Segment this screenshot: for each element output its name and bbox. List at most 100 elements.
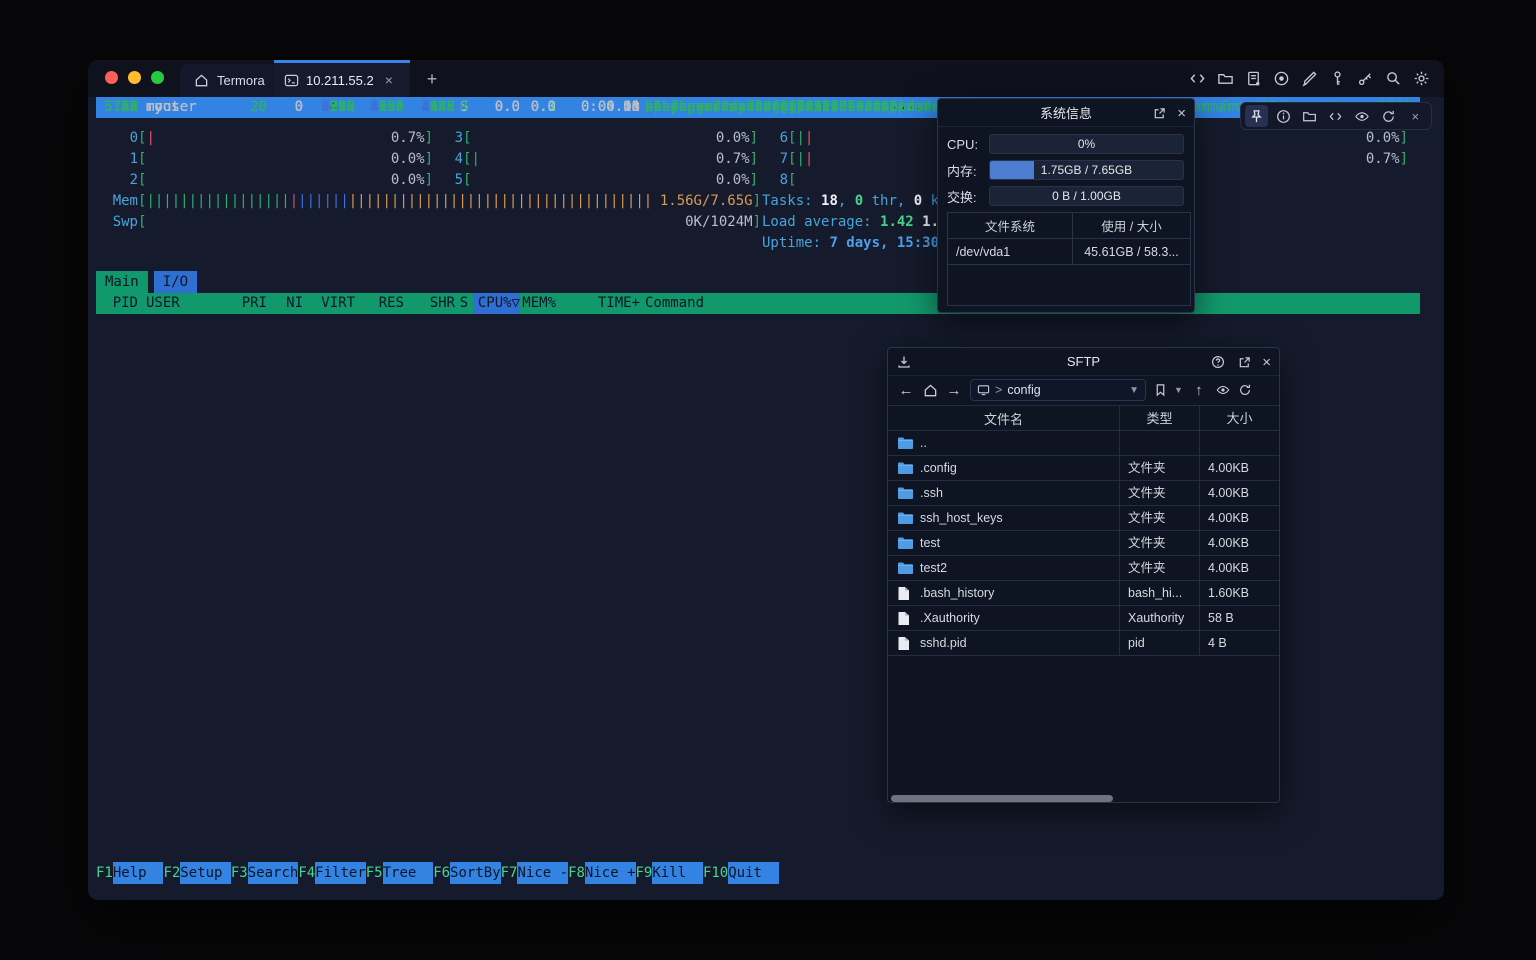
close-panel-icon[interactable]: × [1177, 105, 1186, 122]
download-icon[interactable] [896, 354, 912, 370]
process-row[interactable]: 5745 myuser 20 0 2296 1728 1088 R 0.0 0.… [96, 97, 1420, 118]
cpu-usage-value: 0% [990, 135, 1183, 153]
chevron-down-icon[interactable]: ▼ [1129, 385, 1139, 396]
col-state[interactable]: S [455, 293, 473, 314]
file-row[interactable]: .Xauthority Xauthority 58 B [888, 606, 1279, 631]
file-row[interactable]: test 文件夹 4.00KB [888, 531, 1279, 556]
search-icon[interactable] [1385, 70, 1402, 87]
help-icon[interactable] [1210, 354, 1226, 370]
keychain-icon[interactable] [1357, 70, 1374, 87]
col-filetype[interactable]: 类型 [1119, 406, 1199, 430]
file-size: 4.00KB [1199, 481, 1279, 505]
col-filename[interactable]: 文件名 [888, 409, 1119, 428]
tab-home[interactable]: Termora [180, 64, 279, 97]
key-icon[interactable] [1329, 70, 1346, 87]
settings-gear-icon[interactable] [1413, 70, 1430, 87]
htop-tab-main[interactable]: Main [96, 271, 148, 293]
memory-usage-text: 1.56G/7.65G [660, 191, 753, 212]
bookmark-dropdown-icon[interactable]: ▼ [1174, 385, 1183, 395]
horizontal-scrollbar[interactable] [891, 795, 1113, 802]
file-row[interactable]: .config 文件夹 4.00KB [888, 456, 1279, 481]
col-filesize[interactable]: 大小 [1199, 406, 1279, 430]
home-icon [194, 73, 209, 88]
show-hidden-icon[interactable] [1215, 382, 1231, 398]
folder-icon[interactable] [1298, 105, 1321, 127]
file-row[interactable]: .bash_history bash_hi... 1.60KB [888, 581, 1279, 606]
file-row[interactable]: sshd.pid pid 4 B [888, 631, 1279, 656]
edit-icon[interactable] [1301, 70, 1318, 87]
back-icon[interactable]: ← [896, 382, 916, 399]
system-info-title: 系统信息 [1040, 103, 1092, 122]
tab-ssh-session[interactable]: 10.211.55.2 × [274, 60, 410, 97]
close-icon[interactable]: × [1404, 105, 1427, 127]
refresh-icon[interactable] [1237, 382, 1253, 398]
close-window-button[interactable] [105, 71, 118, 84]
pin-icon[interactable] [1245, 105, 1268, 127]
file-size: 4.00KB [1199, 531, 1279, 555]
function-key[interactable]: F9Kill [636, 862, 703, 884]
home-icon[interactable] [922, 382, 938, 398]
file-type: 文件夹 [1119, 481, 1199, 505]
function-key[interactable]: F10Quit [703, 862, 779, 884]
open-in-window-icon[interactable] [1236, 354, 1252, 370]
code-icon[interactable] [1324, 105, 1347, 127]
file-size: 4.00KB [1199, 506, 1279, 530]
bookmark-icon[interactable] [1152, 382, 1168, 398]
sftp-table-header[interactable]: 文件名 类型 大小 [888, 405, 1279, 431]
col-pri[interactable]: PRI [216, 293, 267, 314]
col-res[interactable]: RES [355, 293, 404, 314]
open-in-window-icon[interactable] [1151, 105, 1167, 121]
function-key-bar: F1Help F2Setup F3Search F4Filter F5Tree … [96, 862, 779, 884]
close-panel-icon[interactable]: × [1262, 354, 1271, 371]
col-virt[interactable]: VIRT [303, 293, 355, 314]
gpu-monitor-icon[interactable] [1351, 105, 1374, 127]
col-time[interactable]: TIME+ [556, 293, 640, 314]
col-shr[interactable]: SHR [404, 293, 455, 314]
col-cpu-sorted[interactable]: CPU%▽ [473, 293, 520, 314]
process-table-header[interactable]: PID USER PRI NI VIRT RES SHR S CPU%▽ MEM… [96, 293, 1420, 314]
tab-close-icon[interactable]: × [385, 72, 393, 88]
col-user[interactable]: USER [146, 293, 216, 314]
breadcrumb-folder[interactable]: config [1007, 383, 1040, 397]
cpu-meter: 2[ 0.0%] [96, 170, 433, 191]
info-icon[interactable] [1271, 105, 1294, 127]
function-key[interactable]: F3Search [231, 862, 298, 884]
path-breadcrumb[interactable]: > config ▼ [970, 379, 1146, 401]
file-type: Xauthority [1119, 606, 1199, 630]
swap-usage-row: 交换: 0 B / 1.00GB [947, 186, 1184, 206]
file-row[interactable]: .ssh 文件夹 4.00KB [888, 481, 1279, 506]
file-size: 58 B [1199, 606, 1279, 630]
function-key[interactable]: F7Nice - [501, 862, 568, 884]
cpu-meter: 3[ 0.0%] [421, 128, 758, 149]
system-info-titlebar[interactable]: 系统信息 × [938, 99, 1194, 127]
code-snippets-icon[interactable] [1189, 70, 1206, 87]
refresh-icon[interactable] [1377, 105, 1400, 127]
desktop: Termora 10.211.55.2 × + [0, 0, 1536, 960]
col-pid[interactable]: PID [96, 293, 138, 314]
file-row[interactable]: .. [888, 431, 1279, 456]
function-key[interactable]: F5Tree [366, 862, 433, 884]
cpu-label: CPU: [947, 137, 989, 152]
function-key[interactable]: F4Filter [298, 862, 365, 884]
function-key[interactable]: F6SortBy [433, 862, 500, 884]
minimize-window-button[interactable] [128, 71, 141, 84]
function-key[interactable]: F2Setup [163, 862, 230, 884]
forward-icon[interactable]: → [944, 382, 964, 399]
file-row[interactable]: test2 文件夹 4.00KB [888, 556, 1279, 581]
zoom-window-button[interactable] [151, 71, 164, 84]
file-row[interactable]: ssh_host_keys 文件夹 4.00KB [888, 506, 1279, 531]
function-key[interactable]: F1Help [96, 862, 163, 884]
col-ni[interactable]: NI [267, 293, 303, 314]
folder-icon [897, 561, 913, 575]
new-tab-button[interactable]: + [420, 67, 444, 91]
up-directory-icon[interactable]: ↑ [1189, 382, 1209, 399]
log-icon[interactable] [1245, 70, 1262, 87]
folder-icon[interactable] [1217, 70, 1234, 87]
filesystem-row[interactable]: /dev/vda1 45.61GB / 58.3... [948, 239, 1190, 265]
sftp-titlebar[interactable]: SFTP × [888, 348, 1279, 376]
record-icon[interactable] [1273, 70, 1290, 87]
htop-tab-io[interactable]: I/O [154, 271, 197, 293]
cpu-meter-row-1: 0[ |0.7%] 3[ 0.0%] 6[ ||] 9[ 0.0%] [88, 128, 1428, 149]
col-mem[interactable]: MEM% [520, 293, 556, 314]
function-key[interactable]: F8Nice + [568, 862, 635, 884]
